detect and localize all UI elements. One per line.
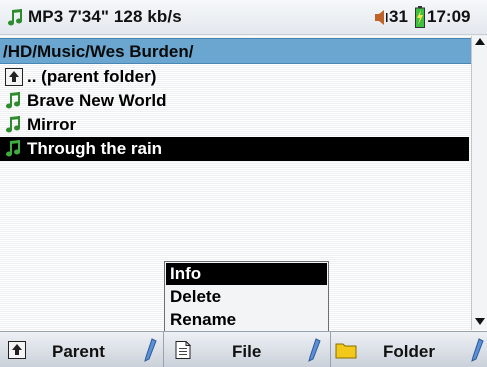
folder-button[interactable]: Folder <box>331 332 487 367</box>
context-menu: Info Delete Rename <box>164 261 329 333</box>
menu-item-label: Delete <box>170 287 222 306</box>
volume-level: 31 <box>389 7 408 26</box>
parent-button[interactable]: Parent <box>0 332 163 367</box>
list-item-parent-folder[interactable]: .. (parent folder) <box>0 65 469 89</box>
bottom-toolbar: Parent File Folder <box>0 331 487 367</box>
music-note-icon <box>6 140 20 157</box>
status-bar: MP3 7'34" 128 kb/s 31 17:09 <box>0 0 487 35</box>
speaker-icon <box>375 10 388 25</box>
parent-folder-icon <box>8 341 26 359</box>
screen: MP3 7'34" 128 kb/s 31 17:09 /HD/Music/We… <box>0 0 487 367</box>
scroll-down-arrow-icon[interactable] <box>475 318 485 325</box>
menu-item-rename[interactable]: Rename <box>166 309 327 331</box>
music-note-icon <box>6 116 20 133</box>
scroll-up-arrow-icon[interactable] <box>475 38 485 45</box>
menu-item-info[interactable]: Info <box>166 263 327 285</box>
scrollbar[interactable] <box>471 36 487 330</box>
file-button[interactable]: File <box>164 332 330 367</box>
list-item-track-selected[interactable]: Through the rain <box>0 137 469 161</box>
stylus-icon <box>471 338 484 362</box>
list-item-label: .. (parent folder) <box>27 67 157 86</box>
path-bar: /HD/Music/Wes Burden/ <box>0 38 471 64</box>
music-note-icon <box>6 92 20 109</box>
stylus-icon <box>144 338 157 362</box>
folder-button-label: Folder <box>383 342 435 361</box>
list-item-label: Mirror <box>27 115 77 134</box>
file-button-label: File <box>232 342 262 361</box>
track-info: MP3 7'34" 128 kb/s <box>28 7 182 26</box>
battery-icon <box>415 6 425 28</box>
menu-item-delete[interactable]: Delete <box>166 286 327 308</box>
menu-item-label: Info <box>170 264 202 283</box>
current-path: /HD/Music/Wes Burden/ <box>3 42 194 61</box>
menu-item-label: Rename <box>170 310 237 329</box>
list-item-track[interactable]: Mirror <box>0 113 469 137</box>
parent-folder-icon <box>5 68 23 86</box>
list-item-label: Brave New World <box>27 91 167 110</box>
music-note-icon <box>8 9 22 26</box>
parent-button-label: Parent <box>52 342 105 361</box>
file-icon <box>175 341 192 359</box>
list-item-label: Through the rain <box>27 139 163 158</box>
clock: 17:09 <box>427 7 471 26</box>
list-item-track[interactable]: Brave New World <box>0 89 469 113</box>
folder-icon <box>335 343 357 359</box>
stylus-icon <box>308 338 321 362</box>
